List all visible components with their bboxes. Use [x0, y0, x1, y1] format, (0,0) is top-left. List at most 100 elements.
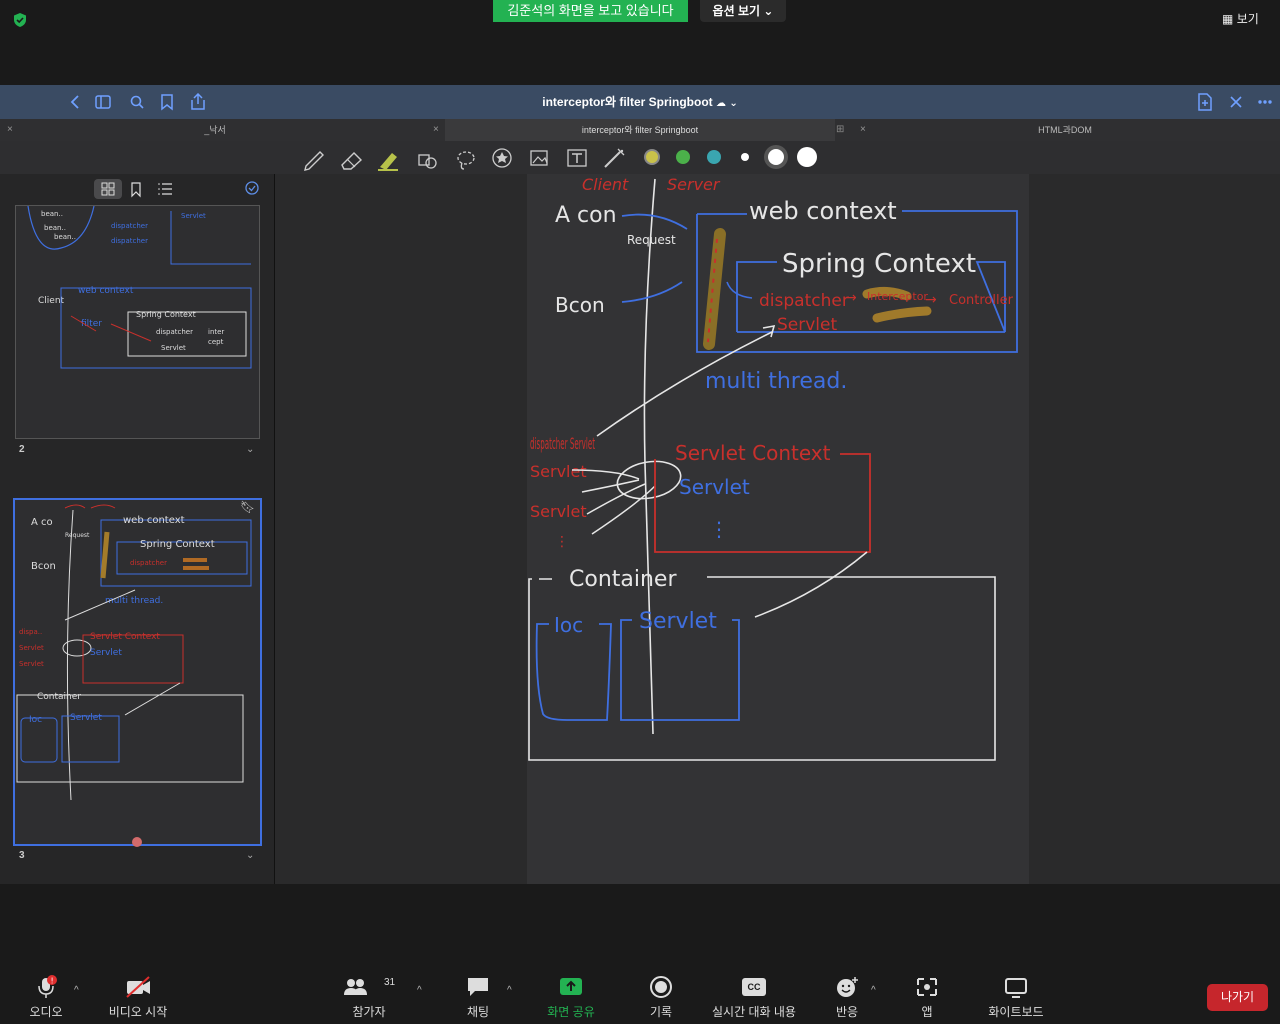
stroke-width-large[interactable]	[797, 147, 817, 167]
svg-text:bean..: bean..	[54, 233, 76, 241]
ellipsis-blue: ⋮	[709, 517, 729, 541]
whiteboard-button[interactable]: 화이트보드	[980, 975, 1052, 1020]
outline-list-icon[interactable]	[158, 183, 172, 195]
chat-button[interactable]: 채팅	[458, 975, 498, 1020]
filter-highlight	[703, 228, 726, 350]
color-swatch-green[interactable]	[676, 150, 690, 164]
back-icon[interactable]	[70, 95, 79, 109]
dispatcher-servlet-label: Servlet	[777, 315, 837, 335]
thumbnail-page-3[interactable]: A co Bcon Request web context Spring Con…	[13, 498, 262, 846]
svg-text:Container: Container	[37, 692, 81, 702]
split-view-icon[interactable]: ⊞	[836, 119, 844, 141]
view-options-label: 옵션 보기	[712, 4, 761, 18]
reactions-label: 반응	[835, 1005, 859, 1019]
controller-label: Controller	[949, 293, 1014, 308]
svg-text:dispatcher: dispatcher	[130, 559, 167, 567]
client-server-divider	[643, 178, 656, 735]
whiteboard-icon	[1005, 978, 1027, 998]
page-drag-handle[interactable]	[132, 837, 142, 847]
sticker-icon[interactable]	[492, 148, 512, 168]
stroke-width-small[interactable]	[741, 153, 749, 161]
svg-text:dispatcher: dispatcher	[111, 237, 148, 245]
start-video-button[interactable]: 비디오 시작	[104, 975, 172, 1020]
share-label: 화면 공유	[547, 1005, 595, 1019]
view-button[interactable]: ▦ 보기	[1222, 8, 1272, 30]
apps-button[interactable]: 앱	[912, 975, 942, 1020]
svg-text:Servlet: Servlet	[19, 660, 44, 668]
sidebar-toggle-icon[interactable]	[95, 95, 111, 109]
svg-text:Spring Context: Spring Context	[140, 539, 215, 550]
live-transcript-button[interactable]: CC 실시간 대화 내용	[706, 975, 802, 1020]
eraser-icon[interactable]	[341, 152, 363, 170]
svg-text:inter: inter	[208, 328, 224, 336]
add-page-icon[interactable]	[1198, 93, 1212, 111]
tab-scribble[interactable]: _낙서	[20, 119, 410, 141]
chat-label: 채팅	[466, 1005, 490, 1019]
svg-text:Request: Request	[65, 532, 90, 539]
svg-text:Ioc: Ioc	[29, 715, 42, 725]
text-tool-icon[interactable]	[567, 149, 587, 167]
svg-text:Bcon: Bcon	[31, 561, 56, 572]
titlebar-right-icons	[1198, 93, 1272, 111]
svg-text:web context: web context	[123, 515, 185, 526]
servlet-red-1: Servlet	[530, 462, 587, 481]
b-con-label: Bcon	[555, 293, 605, 317]
view-options-button[interactable]: 옵션 보기 ⌄	[700, 0, 786, 22]
tab-html-dom[interactable]: HTML과DOM	[870, 119, 1260, 141]
audio-options-caret-icon[interactable]: ^	[74, 985, 79, 996]
audio-button[interactable]: ! 오디오	[20, 975, 72, 1020]
tab-current-document[interactable]: interceptor와 filter Springboot	[445, 119, 835, 141]
svg-text:Servlet: Servlet	[19, 644, 44, 652]
bookmark-icon[interactable]	[161, 94, 173, 111]
more-icon[interactable]	[1258, 100, 1272, 104]
tab-close-icon[interactable]: ×	[7, 119, 13, 141]
document-title[interactable]: interceptor와 filter Springboot ☁ ⌄	[440, 85, 840, 119]
b-con-arrow	[621, 281, 683, 303]
highlighter-icon[interactable]	[378, 153, 398, 171]
image-icon[interactable]	[530, 150, 548, 166]
participants-label: 참가자	[352, 1005, 386, 1019]
chat-options-caret-icon[interactable]: ^	[507, 985, 512, 996]
search-icon[interactable]	[130, 95, 144, 109]
web-context-box	[696, 210, 1018, 353]
thumbnail-options-chevron-icon[interactable]: ⌄	[246, 850, 254, 861]
container-box	[528, 576, 996, 761]
svg-text:Servlet: Servlet	[90, 648, 122, 658]
lasso-icon[interactable]	[457, 151, 475, 170]
participants-button[interactable]: 31 참가자	[344, 975, 395, 1020]
color-swatch-teal[interactable]	[707, 150, 721, 164]
servlet-red-2: Servlet	[530, 502, 587, 521]
svg-text:A co: A co	[31, 517, 53, 528]
record-label: 기록	[649, 1005, 673, 1019]
tab-bar: × _낙서 × interceptor와 filter Springboot ⊞…	[0, 119, 1280, 141]
svg-text:bean..: bean..	[44, 224, 66, 232]
dispatcher-servlet-red: dispatcher Servlet	[530, 434, 595, 453]
page-bookmark-icon[interactable]: 🔖︎	[240, 500, 255, 514]
svg-text:Spring Context: Spring Context	[136, 310, 196, 319]
svg-text:dispatcher: dispatcher	[156, 328, 193, 336]
laser-pointer-icon[interactable]	[604, 148, 625, 168]
participants-options-caret-icon[interactable]: ^	[417, 985, 422, 996]
stroke-width-medium[interactable]	[768, 149, 784, 165]
server-label: Server	[667, 175, 721, 194]
thumbnail-options-chevron-icon[interactable]: ⌄	[246, 444, 254, 455]
encryption-shield-icon[interactable]	[12, 12, 28, 28]
reactions-options-caret-icon[interactable]: ^	[871, 985, 876, 996]
tab-close-icon[interactable]: ×	[433, 119, 439, 141]
thumbnail-page-2[interactable]: bean.. bean.. bean.. dispatcher dispatch…	[15, 205, 260, 439]
record-button[interactable]: 기록	[640, 975, 682, 1020]
shape-tool-icon[interactable]	[418, 154, 437, 169]
servlet-context-box	[654, 453, 871, 553]
share-icon[interactable]	[191, 93, 205, 110]
pen-icon[interactable]	[304, 151, 324, 171]
bookmarks-icon[interactable]	[131, 182, 141, 198]
share-screen-button[interactable]: 화면 공유	[542, 975, 600, 1020]
container-label: Container	[569, 567, 677, 592]
leave-meeting-button[interactable]: 나가기	[1207, 984, 1268, 1011]
color-swatch-yellow[interactable]	[644, 149, 660, 165]
reactions-button[interactable]: 반응	[830, 975, 864, 1020]
thread-pool-ellipse	[616, 460, 682, 500]
close-icon[interactable]	[1230, 96, 1242, 108]
select-pages-icon[interactable]	[245, 181, 259, 195]
tab-close-icon[interactable]: ×	[860, 119, 866, 141]
